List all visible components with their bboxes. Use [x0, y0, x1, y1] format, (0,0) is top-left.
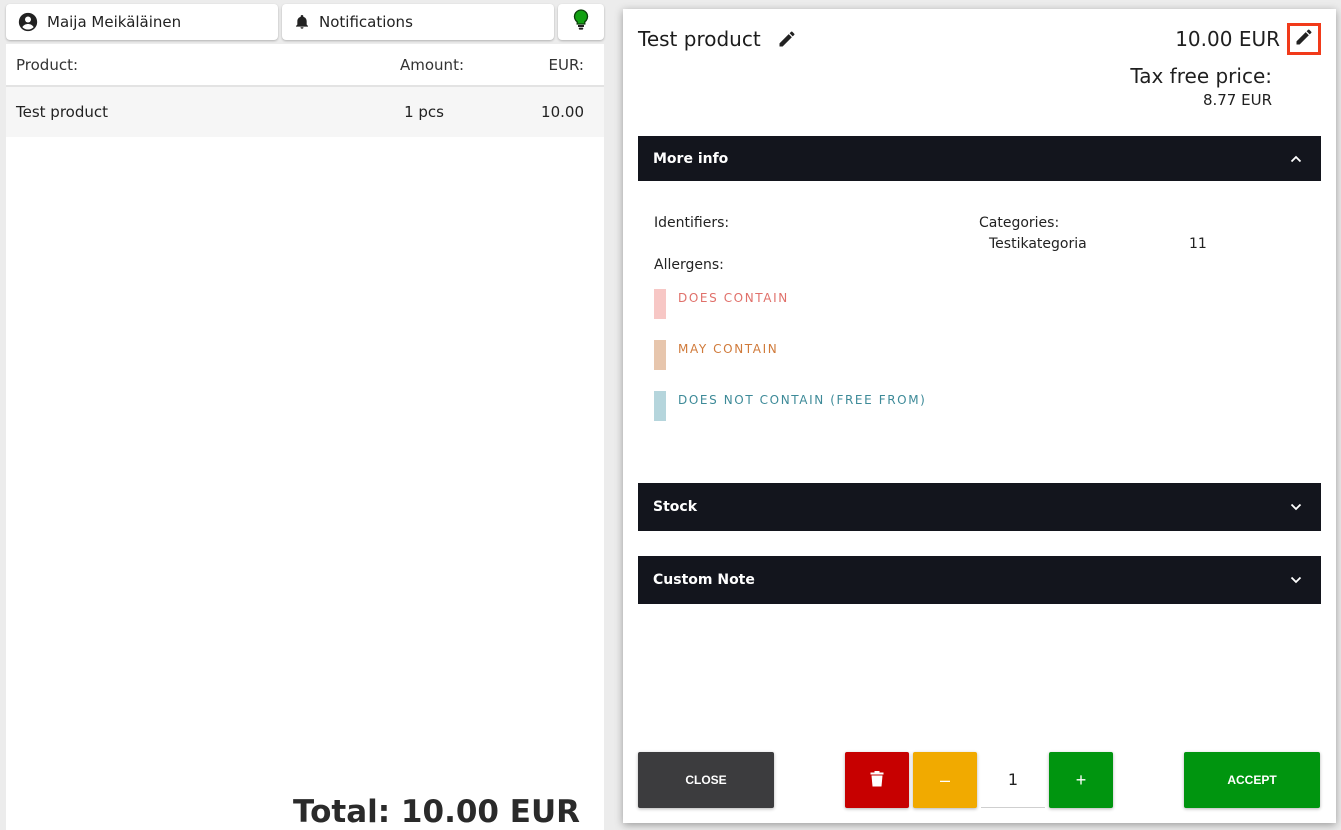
edit-price-button[interactable] [1287, 23, 1321, 55]
quantity-input[interactable] [981, 752, 1045, 808]
bell-icon [294, 13, 310, 31]
chevron-down-icon [1289, 573, 1303, 587]
stock-title: Stock [653, 499, 698, 515]
category-value: 11 [1189, 236, 1207, 252]
header-product: Product: [16, 55, 79, 74]
product-name: Test product [638, 27, 761, 51]
cart-header: Product: Amount: EUR: [6, 44, 604, 87]
close-button[interactable]: CLOSE [638, 752, 774, 808]
trash-icon [870, 770, 884, 790]
cart-total: Total: 10.00 EUR [293, 794, 580, 830]
chevron-down-icon [1289, 500, 1303, 514]
custom-note-title: Custom Note [653, 572, 755, 588]
allergen-swatch [654, 391, 666, 421]
user-button[interactable]: Maija Meikäläinen [6, 4, 278, 40]
status-bulb-button[interactable] [558, 4, 604, 40]
notifications-button[interactable]: Notifications [282, 4, 554, 40]
tax-free-label: Tax free price: [1130, 64, 1272, 88]
stock-accordion[interactable]: Stock [638, 483, 1321, 531]
pencil-icon [1294, 27, 1314, 51]
top-bar: Maija Meikäläinen Notifications [6, 4, 604, 40]
row-eur: 10.00 [541, 103, 584, 121]
product-title-row: Test product [638, 27, 797, 51]
accept-button[interactable]: ACCEPT [1184, 752, 1320, 808]
allergen-does-contain: DOES CONTAIN [654, 289, 789, 319]
allergen-may-contain: MAY CONTAIN [654, 340, 778, 370]
account-circle-icon [18, 12, 38, 32]
row-amount: 1 pcs [404, 103, 444, 121]
allergen-swatch [654, 340, 666, 370]
allergen-label: MAY CONTAIN [678, 342, 779, 356]
identifiers-label: Identifiers: [654, 215, 730, 231]
allergen-swatch [654, 289, 666, 319]
allergen-label: DOES CONTAIN [678, 291, 789, 305]
header-eur: EUR: [548, 55, 584, 74]
more-info-accordion[interactable]: More info [638, 136, 1321, 181]
row-product: Test product [16, 103, 108, 121]
allergens-label: Allergens: [654, 257, 724, 273]
lightbulb-icon [573, 9, 589, 35]
decrease-quantity-button[interactable]: – [913, 752, 977, 808]
chevron-up-icon [1289, 152, 1303, 166]
category-name: Testikategoria [989, 236, 1087, 252]
edit-name-pencil-icon[interactable] [777, 29, 797, 49]
product-price: 10.00 EUR [1175, 27, 1280, 51]
allergen-free-from: DOES NOT CONTAIN (FREE FROM) [654, 391, 926, 421]
product-dialog: Test product 10.00 EUR Tax free price: 8… [623, 9, 1336, 823]
increase-quantity-button[interactable]: + [1049, 752, 1113, 808]
notifications-label: Notifications [319, 13, 413, 31]
more-info-title: More info [653, 150, 729, 167]
table-row[interactable]: Test product 1 pcs 10.00 [6, 87, 604, 137]
custom-note-accordion[interactable]: Custom Note [638, 556, 1321, 604]
user-name: Maija Meikäläinen [47, 13, 182, 31]
categories-label: Categories: [979, 215, 1060, 231]
tax-free-value: 8.77 EUR [1202, 91, 1272, 109]
header-amount: Amount: [400, 55, 464, 74]
cart-panel: Product: Amount: EUR: Test product 1 pcs… [6, 44, 604, 830]
allergen-label: DOES NOT CONTAIN (FREE FROM) [678, 393, 927, 407]
delete-button[interactable] [845, 752, 909, 808]
